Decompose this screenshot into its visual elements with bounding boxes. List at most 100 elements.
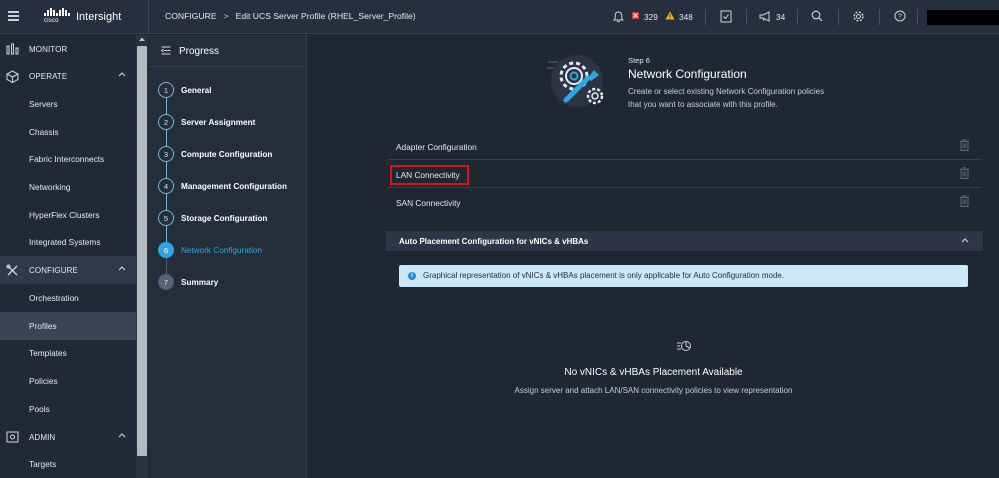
- sidebar-item-networking[interactable]: Networking: [0, 173, 136, 201]
- step-number: 5: [158, 210, 174, 226]
- search-icon[interactable]: [811, 10, 823, 22]
- sidebar-label: MONITOR: [29, 44, 68, 54]
- divider: [705, 9, 706, 25]
- step-label: Storage Configuration: [181, 214, 268, 223]
- sidebar-item-label: Templates: [29, 348, 67, 358]
- policy-row-adapter-configuration[interactable]: Adapter Configuration: [388, 133, 982, 160]
- sidebar-item-targets[interactable]: Targets: [0, 450, 136, 478]
- sidebar-item-hyperflex-clusters[interactable]: HyperFlex Clusters: [0, 201, 136, 229]
- chevron-up-icon[interactable]: [118, 265, 126, 271]
- user-account-menu[interactable]: [927, 10, 999, 25]
- sidebar-item-label: Integrated Systems: [29, 237, 101, 247]
- auto-placement-title: Auto Placement Configuration for vNICs &…: [399, 237, 589, 246]
- gear-icon[interactable]: [852, 10, 865, 23]
- breadcrumb-separator: >: [223, 11, 229, 21]
- step-compute-configuration[interactable]: 3 Compute Configuration: [158, 146, 308, 163]
- step-description: Create or select existing Network Config…: [628, 87, 825, 109]
- sidebar-item-label: Servers: [29, 99, 58, 109]
- divider: [148, 0, 149, 34]
- sidebar-scrollbar-thumb[interactable]: [137, 46, 147, 456]
- sidebar-item-label: HyperFlex Clusters: [29, 210, 100, 220]
- step-label: Compute Configuration: [181, 150, 273, 159]
- sidebar-item-label: Fabric Interconnects: [29, 154, 105, 164]
- menu-icon[interactable]: [8, 11, 19, 21]
- delete-icon[interactable]: [960, 167, 969, 179]
- sidebar-section-monitor[interactable]: MONITOR: [0, 35, 136, 63]
- announcements-count[interactable]: 34: [776, 12, 785, 22]
- policy-label: SAN Connectivity: [396, 198, 461, 208]
- step-number-label: Step 6: [628, 56, 650, 65]
- step-number: 7: [158, 274, 174, 290]
- admin-icon: [6, 431, 19, 443]
- sidebar-label: OPERATE: [29, 71, 68, 81]
- sidebar-section-operate[interactable]: OPERATE: [0, 62, 136, 90]
- step-management-configuration[interactable]: 4 Management Configuration: [158, 178, 308, 195]
- sidebar-item-orchestration[interactable]: Orchestration: [0, 284, 136, 312]
- step-network-configuration[interactable]: 6 Network Configuration: [158, 242, 308, 259]
- step-connector: [166, 226, 167, 242]
- step-number: 1: [158, 82, 174, 98]
- progress-panel: Progress 1 General 2 Server Assignment 3 Co…: [149, 35, 307, 478]
- step-number: 2: [158, 114, 174, 130]
- sidebar-item-label: Pools: [29, 404, 50, 414]
- collapse-progress-icon[interactable]: [161, 46, 171, 55]
- critical-x-icon: [633, 13, 638, 18]
- sidebar-item-chassis[interactable]: Chassis: [0, 118, 136, 146]
- critical-alert-count[interactable]: 329: [644, 12, 658, 22]
- chevron-up-icon[interactable]: [961, 237, 969, 243]
- chevron-up-icon[interactable]: [118, 71, 126, 77]
- step-label: Management Configuration: [181, 182, 287, 191]
- step-connector: [166, 98, 167, 114]
- delete-icon[interactable]: [960, 195, 969, 207]
- tasks-icon[interactable]: [720, 10, 732, 23]
- policy-row-san-connectivity[interactable]: SAN Connectivity: [388, 189, 982, 216]
- empty-state-title: No vNICs & vHBAs Placement Available: [564, 367, 743, 378]
- warning-alert-count[interactable]: 348: [679, 12, 693, 22]
- step-number: 4: [158, 178, 174, 194]
- sidebar-item-integrated-systems[interactable]: Integrated Systems: [0, 228, 136, 256]
- divider: [838, 9, 839, 25]
- cisco-logo: cisco Intersight: [44, 7, 121, 27]
- sidebar-item-label: Orchestration: [29, 293, 79, 303]
- sidebar-item-templates[interactable]: Templates: [0, 339, 136, 367]
- sidebar-item-fabric-interconnects[interactable]: Fabric Interconnects: [0, 145, 136, 173]
- warning-alert-icon[interactable]: [665, 11, 675, 20]
- sidebar-item-policies[interactable]: Policies: [0, 367, 136, 395]
- megaphone-icon[interactable]: [759, 11, 772, 22]
- step-general[interactable]: 1 General: [158, 82, 308, 99]
- step-label: General: [181, 86, 212, 95]
- info-banner: i Graphical representation of vNICs & vH…: [399, 265, 968, 287]
- bell-icon[interactable]: [613, 11, 624, 23]
- breadcrumb-section[interactable]: CONFIGURE: [165, 11, 217, 21]
- sidebar-item-profiles[interactable]: Profiles: [0, 312, 136, 340]
- step-connector: [166, 130, 167, 146]
- sidebar-item-label: Policies: [29, 376, 58, 386]
- policy-label: Adapter Configuration: [396, 142, 477, 152]
- step-storage-configuration[interactable]: 5 Storage Configuration: [158, 210, 308, 227]
- step-server-assignment[interactable]: 2 Server Assignment: [158, 114, 308, 131]
- sidebar-label: ADMIN: [29, 432, 56, 442]
- main-content: Step 6 Network Configuration Create or s…: [308, 35, 999, 478]
- auto-placement-header[interactable]: Auto Placement Configuration for vNICs &…: [386, 231, 983, 251]
- scroll-up-arrow-icon[interactable]: [138, 36, 146, 42]
- sidebar-item-pools[interactable]: Pools: [0, 395, 136, 423]
- delete-icon[interactable]: [960, 139, 969, 151]
- network-configuration-gear-icon: [546, 55, 604, 107]
- divider: [746, 9, 747, 25]
- sidebar-section-configure[interactable]: CONFIGURE: [0, 256, 136, 284]
- chevron-up-icon[interactable]: [118, 432, 126, 438]
- sidebar-item-servers[interactable]: Servers: [0, 90, 136, 118]
- step-summary[interactable]: 7 Summary: [158, 274, 308, 291]
- step-label: Network Configuration: [181, 246, 263, 255]
- step-label: Server Assignment: [181, 118, 256, 127]
- sidebar-item-label: Targets: [29, 459, 57, 469]
- step-number: 6: [158, 242, 174, 258]
- policy-row-lan-connectivity[interactable]: LAN Connectivity: [388, 161, 982, 188]
- divider: [149, 66, 307, 67]
- sidebar-section-admin[interactable]: ADMIN: [0, 423, 136, 451]
- info-icon: i: [408, 272, 416, 280]
- help-icon[interactable]: ?: [894, 10, 906, 22]
- divider: [797, 9, 798, 25]
- tools-icon: [6, 263, 18, 275]
- step-connector: [166, 258, 167, 274]
